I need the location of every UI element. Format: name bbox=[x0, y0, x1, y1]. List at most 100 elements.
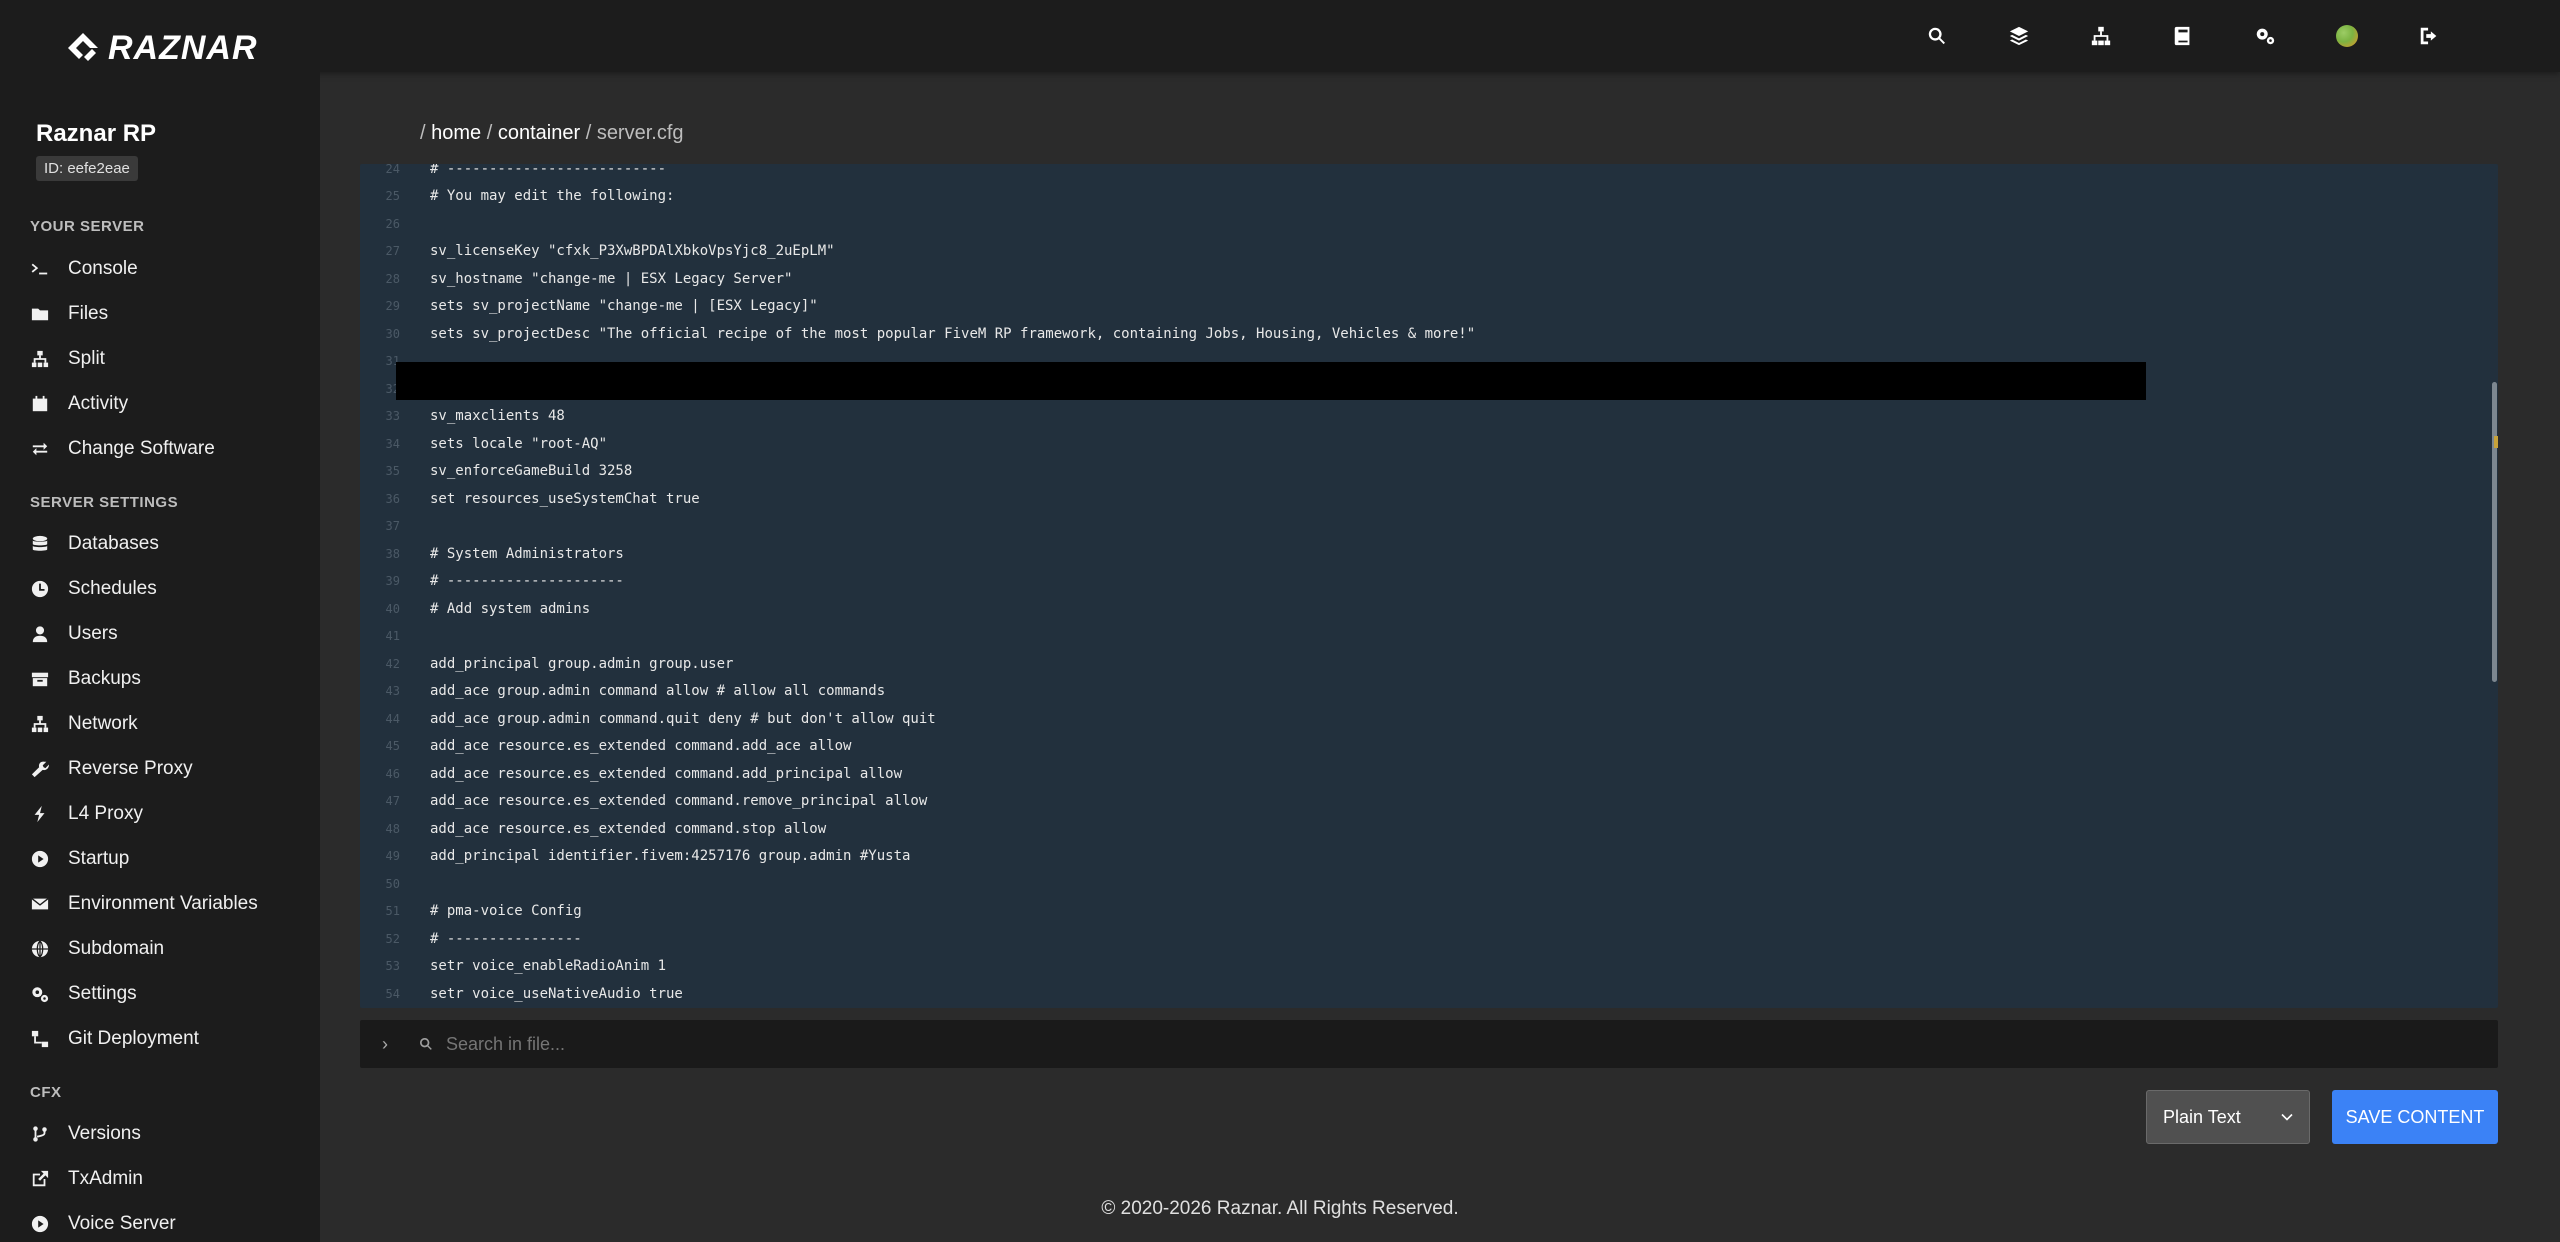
avatar[interactable] bbox=[2306, 18, 2388, 54]
code-line[interactable]: 38 # System Administrators bbox=[360, 540, 624, 567]
editor-scrollbar[interactable] bbox=[2492, 382, 2497, 682]
external-link-icon bbox=[30, 1169, 50, 1189]
line-text: setr voice_enableRadioAnim 1 bbox=[430, 958, 667, 974]
code-line[interactable]: 41 bbox=[360, 623, 430, 650]
sidebar-item-versions[interactable]: Versions bbox=[30, 1114, 141, 1154]
breadcrumb-file: server.cfg bbox=[596, 122, 684, 144]
section-title-server-settings: SERVER SETTINGS bbox=[30, 494, 179, 511]
code-line[interactable]: 24 # -------------------------- bbox=[360, 164, 666, 182]
folder-icon bbox=[30, 304, 50, 324]
code-line[interactable]: 30 sets sv_projectDesc "The official reci… bbox=[360, 320, 1476, 347]
sitemap-icon bbox=[30, 349, 50, 369]
code-line[interactable]: 36 set resources_useSystemChat true bbox=[360, 485, 700, 512]
sidebar-item-console[interactable]: Console bbox=[30, 249, 138, 289]
line-text: add_principal group.admin group.user bbox=[430, 655, 734, 672]
code-line[interactable]: 27 sv_licenseKey "cfxk_P3XwBPDAlXbkoVpsYj… bbox=[360, 238, 835, 265]
sidebar-item-environment-variables[interactable]: Environment Variables bbox=[30, 884, 258, 924]
code-line[interactable]: 45 add_ace resource.es_extended command.a… bbox=[360, 733, 852, 760]
code-line[interactable]: 37 bbox=[360, 513, 430, 540]
line-number: 34 bbox=[385, 436, 400, 451]
sidebar-item-backups[interactable]: Backups bbox=[30, 659, 141, 699]
line-text: add_principal identifier.fivem:4257176 g… bbox=[430, 848, 911, 864]
line-text: add_ace group.admin command.quit deny # … bbox=[430, 710, 936, 727]
sidebar-item-git-deployment[interactable]: Git Deployment bbox=[30, 1019, 199, 1059]
code-line[interactable]: 47 add_ace resource.es_extended command.r… bbox=[360, 788, 928, 815]
breadcrumb-container[interactable]: container bbox=[498, 122, 580, 144]
book-icon[interactable] bbox=[2142, 18, 2224, 54]
line-number: 45 bbox=[385, 739, 400, 753]
code-line[interactable]: 44 add_ace group.admin command.quit deny … bbox=[360, 705, 936, 732]
line-number: 53 bbox=[385, 959, 400, 973]
search-icon[interactable] bbox=[1896, 18, 1978, 54]
code-line[interactable]: 49 add_principal identifier.fivem:4257176… bbox=[360, 843, 911, 870]
line-number: 47 bbox=[385, 794, 400, 808]
save-content-button[interactable]: SAVE CONTENT bbox=[2332, 1090, 2498, 1144]
sidebar-item-databases[interactable]: Databases bbox=[30, 524, 159, 564]
brand-name: RAZNAR bbox=[108, 28, 258, 67]
sidebar-item-label: Git Deployment bbox=[68, 1028, 199, 1049]
sidebar-item-l4-proxy[interactable]: L4 Proxy bbox=[30, 794, 143, 834]
sidebar-item-files[interactable]: Files bbox=[30, 294, 108, 334]
code-line[interactable]: 54 setr voice_useNativeAudio true bbox=[360, 980, 683, 1007]
sidebar-item-network[interactable]: Network bbox=[30, 704, 138, 744]
line-number: 28 bbox=[385, 271, 400, 286]
sidebar-item-schedules[interactable]: Schedules bbox=[30, 569, 157, 609]
code-fork-icon bbox=[30, 1124, 50, 1144]
file-search-bar: › bbox=[360, 1020, 2498, 1068]
code-line[interactable]: 39 # --------------------- bbox=[360, 568, 624, 595]
language-mode-select[interactable]: Plain Text bbox=[2146, 1090, 2310, 1144]
sidebar-item-users[interactable]: Users bbox=[30, 614, 118, 654]
code-line[interactable]: 35 sv_enforceGameBuild 3258 bbox=[360, 458, 633, 485]
line-text: add_ace resource.es_extended command.add… bbox=[430, 738, 852, 754]
code-line[interactable]: 46 add_ace resource.es_extended command.a… bbox=[360, 760, 902, 787]
sitemap-icon[interactable] bbox=[2060, 18, 2142, 54]
line-text: add_ace resource.es_extended command.add… bbox=[430, 765, 903, 782]
line-text: # Add system admins bbox=[430, 600, 591, 617]
sidebar-item-label: Activity bbox=[68, 393, 129, 414]
code-line[interactable]: 42 add_principal group.admin group.user bbox=[360, 650, 734, 677]
code-line[interactable]: 26 bbox=[360, 210, 430, 237]
top-bar: RAZNAR bbox=[0, 0, 2560, 72]
breadcrumb-separator: / bbox=[486, 122, 493, 144]
line-number: 32 bbox=[385, 381, 400, 396]
code-line[interactable]: 43 add_ace group.admin command allow # al… bbox=[360, 678, 886, 705]
sidebar-item-label: TxAdmin bbox=[68, 1168, 143, 1189]
code-line[interactable]: 33 sv_maxclients 48 bbox=[360, 403, 565, 430]
code-line[interactable]: 28 sv_hostname "change-me | ESX Legacy Se… bbox=[360, 265, 793, 292]
chevron-right-icon[interactable]: › bbox=[382, 1034, 400, 1055]
sidebar-item-change-software[interactable]: Change Software bbox=[30, 429, 215, 469]
breadcrumb-home[interactable]: home bbox=[431, 122, 481, 144]
footer-brand-link[interactable]: Raznar. bbox=[1217, 1198, 1282, 1219]
code-line[interactable]: 53 setr voice_enableRadioAnim 1 bbox=[360, 953, 666, 980]
code-line[interactable]: 52 # ---------------- bbox=[360, 925, 582, 952]
line-number: 44 bbox=[385, 711, 400, 726]
sidebar-item-split[interactable]: Split bbox=[30, 339, 105, 379]
brand-logo[interactable]: RAZNAR bbox=[66, 28, 258, 68]
code-line[interactable]: 29 sets sv_projectName "change-me | [ESX … bbox=[360, 293, 818, 320]
code-line[interactable]: 34 sets locale "root-AQ" bbox=[360, 430, 607, 457]
line-number: 29 bbox=[385, 299, 400, 313]
calendar-icon bbox=[30, 394, 50, 414]
sign-out-icon[interactable] bbox=[2388, 18, 2470, 54]
code-line[interactable]: 50 bbox=[360, 870, 430, 897]
file-search-input[interactable] bbox=[444, 1032, 2248, 1056]
sidebar-item-settings[interactable]: Settings bbox=[30, 974, 137, 1014]
code-editor[interactable]: 54 setr voice_useNativeAudio true 53 setr v… bbox=[360, 164, 2498, 1008]
top-nav-icons bbox=[1896, 18, 2470, 54]
code-line[interactable]: 25 # You may edit the following: bbox=[360, 183, 675, 210]
line-number: 40 bbox=[385, 601, 400, 616]
line-number: 31 bbox=[385, 354, 400, 368]
layers-icon[interactable] bbox=[1978, 18, 2060, 54]
breadcrumb-separator: / bbox=[420, 122, 426, 144]
code-line[interactable]: 40 # Add system admins bbox=[360, 595, 591, 622]
sidebar-item-startup[interactable]: Startup bbox=[30, 839, 129, 879]
code-line[interactable]: 48 add_ace resource.es_extended command.s… bbox=[360, 815, 827, 842]
code-line[interactable]: 51 # pma-voice Config bbox=[360, 898, 582, 925]
cogs-icon[interactable] bbox=[2224, 18, 2306, 54]
line-number: 24 bbox=[385, 164, 400, 176]
sidebar-item-reverse-proxy[interactable]: Reverse Proxy bbox=[30, 749, 193, 789]
sidebar-item-subdomain[interactable]: Subdomain bbox=[30, 929, 164, 969]
sidebar-item-activity[interactable]: Activity bbox=[30, 384, 128, 424]
line-text: sv_licenseKey "cfxk_P3XwBPDAlXbkoVpsYjc8… bbox=[430, 243, 835, 259]
sidebar-item-txadmin[interactable]: TxAdmin bbox=[30, 1159, 143, 1199]
